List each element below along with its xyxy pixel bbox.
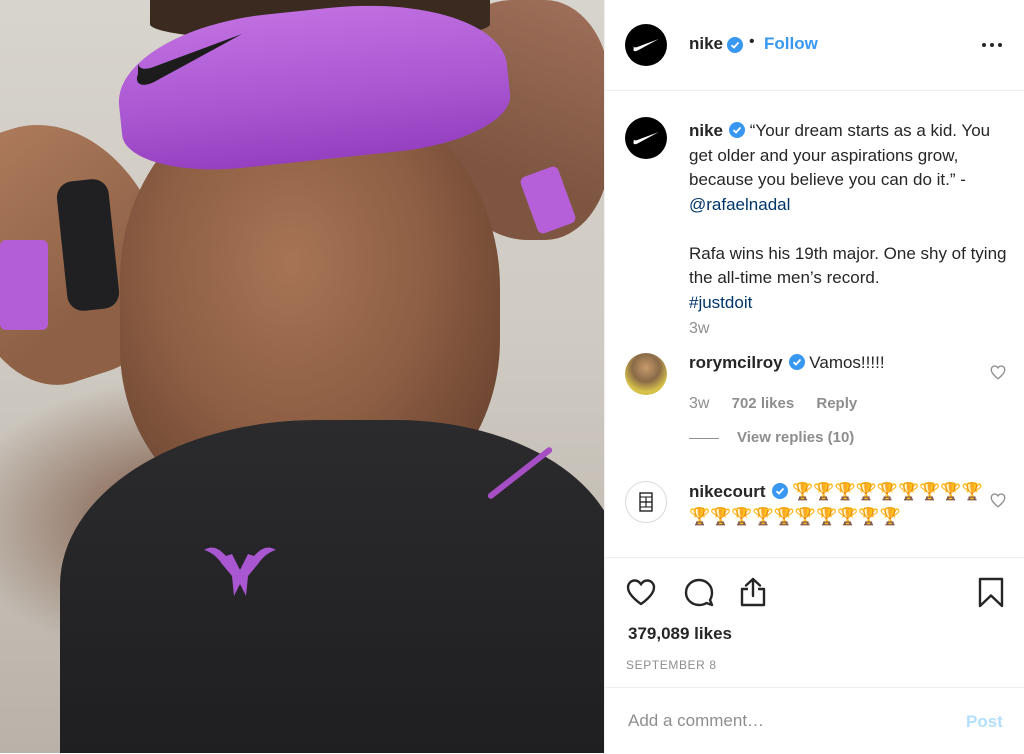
- likes-count[interactable]: 379,089 likes: [628, 624, 732, 644]
- comment-composer: Post: [605, 687, 1024, 754]
- comments-list[interactable]: nike “Your dream starts as a kid. You ge…: [605, 91, 1024, 557]
- comment-timestamp[interactable]: 3w: [689, 395, 709, 412]
- post-sidebar: nike • Follow nike “Your dream starts as…: [604, 0, 1024, 753]
- save-bookmark-icon[interactable]: [975, 576, 1007, 608]
- like-comment-heart-icon[interactable]: [989, 363, 1007, 381]
- nike-avatar[interactable]: [625, 24, 667, 66]
- comment-meta: 3w 702 likes Reply: [689, 395, 875, 413]
- header-username[interactable]: nike: [689, 34, 723, 54]
- comment-likes[interactable]: 702 likes: [732, 395, 795, 412]
- nike-swoosh-icon: [633, 131, 659, 145]
- comment-body: Vamos!!!!!: [809, 353, 885, 372]
- comment-text: rorymcilroy Vamos!!!!!: [689, 351, 989, 376]
- follow-button[interactable]: Follow: [764, 34, 818, 54]
- post-header: nike • Follow: [605, 0, 1024, 91]
- post-photo[interactable]: [0, 0, 604, 753]
- tennis-court-icon: [639, 492, 653, 512]
- caption-avatar[interactable]: [625, 117, 667, 159]
- comment-bubble-icon[interactable]: [683, 576, 715, 608]
- header-separator: •: [749, 33, 755, 50]
- rafa-bull-logo-icon: [204, 547, 276, 596]
- view-replies-label: View replies (10): [737, 429, 855, 446]
- rorymcilroy-avatar[interactable]: [625, 353, 667, 395]
- photo-wristband: [0, 240, 48, 330]
- caption-body: Rafa wins his 19th major. One shy of tyi…: [689, 243, 1007, 288]
- comment-text: nikecourt 🏆🏆🏆🏆🏆🏆🏆🏆🏆🏆🏆🏆🏆🏆🏆🏆🏆🏆🏆: [689, 479, 989, 529]
- caption-timestamp[interactable]: 3w: [689, 320, 709, 338]
- caption-username[interactable]: nike: [689, 121, 723, 140]
- post-comment-button[interactable]: Post: [966, 712, 1003, 732]
- nikecourt-avatar[interactable]: [625, 481, 667, 523]
- view-replies-button[interactable]: View replies (10): [689, 429, 854, 446]
- comment-username[interactable]: nikecourt: [689, 482, 766, 501]
- verified-badge-icon: [727, 37, 743, 53]
- reply-button[interactable]: Reply: [816, 395, 857, 412]
- caption-hashtag-link[interactable]: #justdoit: [689, 293, 752, 312]
- like-comment-heart-icon[interactable]: [989, 491, 1007, 509]
- verified-badge-icon: [771, 483, 788, 499]
- nike-swoosh-icon: [633, 38, 659, 52]
- caption-mention-link[interactable]: @rafaelnadal: [689, 195, 790, 214]
- comment-username[interactable]: rorymcilroy: [689, 353, 783, 372]
- verified-badge-icon: [788, 354, 805, 370]
- post-date[interactable]: SEPTEMBER 8: [626, 658, 717, 672]
- post-actions: 379,089 likes SEPTEMBER 8: [605, 557, 1024, 688]
- caption-text: nike “Your dream starts as a kid. You ge…: [689, 119, 1011, 315]
- share-icon[interactable]: [737, 576, 769, 608]
- like-heart-icon[interactable]: [625, 576, 657, 608]
- verified-badge-icon: [729, 122, 746, 138]
- view-replies-line: [689, 437, 719, 439]
- nike-swoosh-icon: [136, 34, 242, 85]
- add-comment-input[interactable]: [628, 708, 928, 734]
- more-options-icon[interactable]: [981, 36, 1003, 52]
